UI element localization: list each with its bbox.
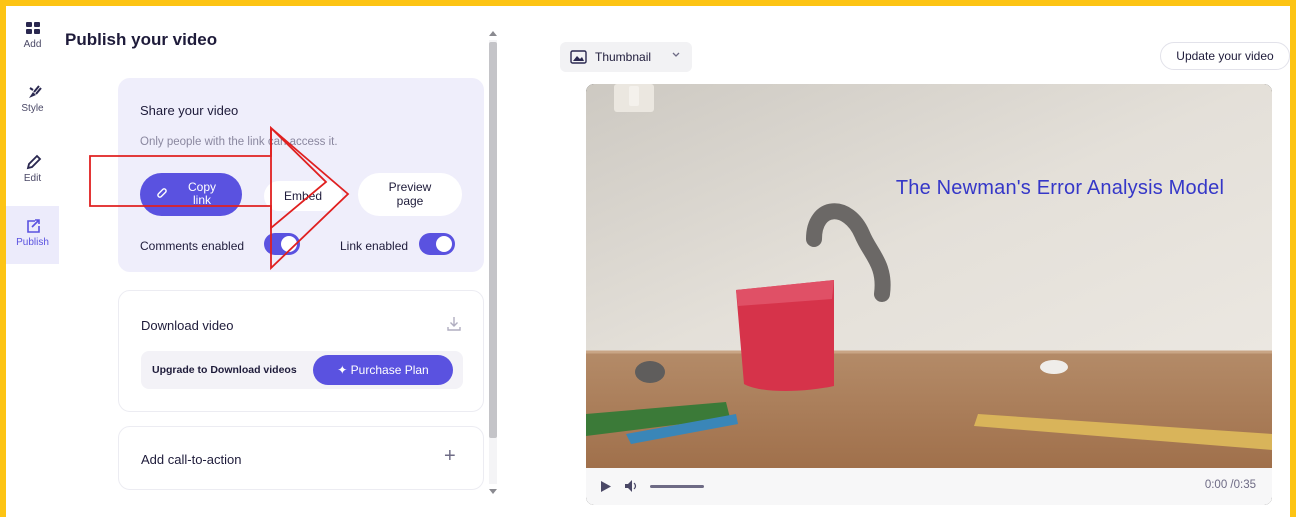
chevron-down-icon [672,52,680,57]
preview-page-button[interactable]: Preview page [358,173,462,216]
download-title: Download video [141,318,234,333]
comments-label: Comments enabled [140,239,245,253]
scroll-thumb[interactable] [489,42,497,438]
copy-link-label: Copy link [187,180,216,207]
purchase-plan-label: Purchase Plan [350,363,429,377]
video-thumbnail-image [586,84,1272,468]
toggle-knob [436,236,452,252]
pencil-icon [26,154,42,170]
scroll-up-icon[interactable] [489,31,497,36]
image-icon [570,50,587,64]
sparkle-icon: ✦ [337,363,351,377]
grid-icon [26,22,40,34]
nav-label-publish: Publish [16,237,49,248]
toggle-knob [281,236,297,252]
upgrade-text: Upgrade to Download videos [152,364,297,376]
left-nav: Add Style Edit Publish [6,6,59,517]
update-video-button[interactable]: Update your video [1160,42,1290,70]
thumbnail-dropdown[interactable]: Thumbnail [560,42,692,72]
scroll-down-icon[interactable] [489,489,497,494]
download-card: Download video Upgrade to Download video… [118,290,484,412]
copy-link-button[interactable]: Copy link [140,173,242,216]
upgrade-bar: Upgrade to Download videos ✦ Purchase Pl… [141,351,463,389]
app-frame: Add Style Edit Publish Publish your vide… [6,6,1290,517]
nav-label-edit: Edit [23,173,42,184]
cta-card[interactable]: Add call-to-action + [118,426,484,490]
embed-button[interactable]: Embed [264,181,342,211]
video-controls: 0:00 /0:35 [586,468,1272,505]
video-title-overlay: The Newman's Error Analysis Model [895,177,1225,199]
play-icon[interactable] [600,480,612,493]
volume-slider[interactable] [650,485,704,488]
link-icon [157,188,167,198]
preview-page-label: Preview page [388,180,432,208]
nav-label-style: Style [21,103,44,114]
share-box-icon [27,219,40,233]
nav-item-style[interactable]: Style [6,72,59,128]
volume-icon[interactable] [624,479,640,493]
comments-toggle[interactable] [264,233,300,255]
download-icon[interactable] [446,315,462,333]
share-subtitle: Only people with the link can access it. [140,136,338,148]
nav-item-edit[interactable]: Edit [6,142,59,198]
share-title: Share your video [140,103,239,118]
cta-title: Add call-to-action [141,452,242,467]
link-enabled-label: Link enabled [340,239,409,253]
panel-scrollbar[interactable] [487,28,499,498]
thumbnail-label: Thumbnail [595,50,652,64]
video-time: 0:00 /0:35 [1204,479,1256,491]
nav-item-add[interactable]: Add [6,8,59,64]
panel-title: Publish your video [65,30,218,49]
video-player[interactable]: The Newman's Error Analysis Model 0:00 /… [586,84,1272,505]
paint-brush-icon [29,85,42,98]
link-enabled-toggle[interactable] [419,233,455,255]
share-card: Share your video Only people with the li… [118,78,484,272]
nav-item-publish[interactable]: Publish [6,206,59,264]
add-cta-icon[interactable]: + [444,445,456,468]
purchase-plan-button[interactable]: ✦ Purchase Plan [313,355,453,385]
nav-label-add: Add [23,39,42,50]
